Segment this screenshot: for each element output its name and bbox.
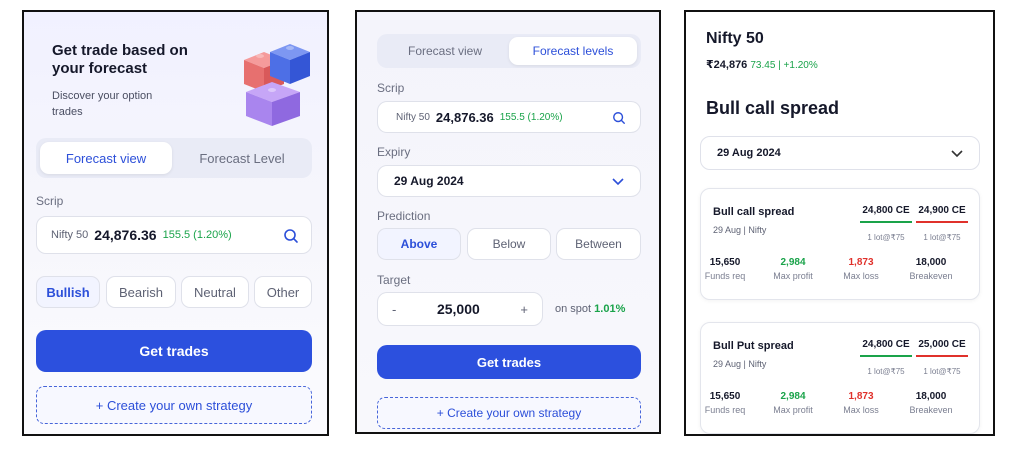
expiry-label: Expiry — [377, 145, 411, 159]
hero-subtitle: Discover your option trades — [52, 90, 153, 118]
leg-lot: 1 lot@₹75 — [867, 367, 905, 376]
tab-forecast-view[interactable]: Forecast view — [40, 142, 172, 174]
instrument-change: 73.45 | +1.20% — [750, 60, 818, 71]
expiry-value: 29 Aug 2024 — [717, 147, 781, 159]
get-trades-button[interactable]: Get trades — [36, 330, 312, 372]
sentiment-bearish[interactable]: Bearish — [106, 276, 176, 308]
buy-leg-bar — [860, 355, 912, 357]
funds-req-label: Funds req — [704, 271, 746, 281]
scrip-field[interactable]: Nifty 50 24,876.36 155.5 (1.20%) — [377, 101, 641, 133]
card-title: Bull Put spread — [713, 340, 794, 352]
breakeven-label: Breakeven — [909, 271, 953, 281]
increment-button[interactable]: + — [520, 302, 528, 317]
leg-strike: 24,800 CE — [862, 339, 910, 350]
strategy-card[interactable]: Bull Put spread 29 Aug | Nifty 24,800 CE… — [700, 322, 980, 434]
funds-req-value: 15,650 — [709, 257, 741, 268]
expiry-value: 29 Aug 2024 — [394, 174, 464, 188]
max-profit-label: Max profit — [773, 271, 813, 281]
max-loss-label: Max loss — [843, 271, 879, 281]
instrument-title: Nifty 50 — [706, 30, 764, 47]
target-stepper[interactable]: - 25,000 + — [377, 292, 543, 326]
on-spot-label: on spot — [555, 303, 592, 315]
card-title: Bull call spread — [713, 206, 795, 218]
search-icon[interactable] — [283, 228, 299, 244]
max-loss-value: 1,873 — [848, 257, 874, 268]
card-subtitle: 29 Aug | Nifty — [713, 225, 767, 235]
blocks-illustration-icon — [244, 44, 310, 126]
target-label: Target — [377, 273, 411, 287]
scrip-change: 155.5 (1.20%) — [499, 111, 563, 123]
sell-leg-bar — [916, 221, 968, 223]
breakeven-value: 18,000 — [915, 257, 947, 268]
card-subtitle: 29 Aug | Nifty — [713, 359, 767, 369]
leg-lot: 1 lot@₹75 — [923, 233, 961, 242]
max-loss-value: 1,873 — [848, 391, 874, 402]
sell-leg-bar — [916, 355, 968, 357]
scrip-price: 24,876.36 — [435, 109, 494, 125]
forecast-tabs: Forecast view Forecast levels — [377, 34, 641, 68]
target-value: 25,000 — [436, 301, 480, 317]
funds-req-label: Funds req — [704, 405, 746, 415]
max-profit-value: 2,984 — [780, 257, 806, 268]
scrip-field[interactable]: Nifty 50 24,876.36 155.5 (1.20%) — [36, 216, 312, 254]
scrip-price: 24,876.36 — [94, 227, 157, 243]
on-spot-value: 1.01% — [594, 303, 626, 315]
decrement-button[interactable]: - — [392, 302, 396, 317]
scrip-change: 155.5 (1.20%) — [162, 229, 232, 241]
create-strategy-button[interactable]: + Create your own strategy — [377, 397, 641, 429]
scrip-label: Scrip — [36, 194, 64, 208]
scrip-label: Scrip — [377, 81, 405, 95]
create-strategy-button[interactable]: + Create your own strategy — [36, 386, 312, 424]
max-profit-label: Max profit — [773, 405, 813, 415]
max-loss-label: Max loss — [843, 405, 879, 415]
breakeven-value: 18,000 — [915, 391, 947, 402]
hero-title: Get trade based on your forecast — [52, 42, 188, 77]
forecast-view-screen: Get trade based on your forecast Discove… — [22, 10, 329, 436]
sentiment-neutral[interactable]: Neutral — [181, 276, 249, 308]
tab-forecast-view[interactable]: Forecast view — [381, 37, 509, 65]
leg-strike: 24,900 CE — [918, 205, 966, 216]
forecast-tabs: Forecast view Forecast Level — [36, 138, 312, 178]
leg-strike: 24,800 CE — [862, 205, 910, 216]
chevron-down-icon — [951, 150, 963, 158]
buy-leg-bar — [860, 221, 912, 223]
prediction-between[interactable]: Between — [556, 228, 641, 260]
funds-req-value: 15,650 — [709, 391, 741, 402]
prediction-label: Prediction — [377, 209, 431, 223]
breakeven-label: Breakeven — [909, 405, 953, 415]
scrip-name: Nifty 50 — [396, 111, 430, 123]
tab-forecast-level[interactable]: Forecast Level — [176, 142, 308, 174]
search-icon[interactable] — [612, 111, 626, 125]
prediction-below[interactable]: Below — [467, 228, 551, 260]
strategy-results-screen: Nifty 50 ₹24,876 73.45 | +1.20% Bull cal… — [684, 10, 995, 436]
instrument-price-row: ₹24,876 73.45 | +1.20% — [706, 58, 818, 71]
tab-forecast-levels[interactable]: Forecast levels — [509, 37, 637, 65]
scrip-name: Nifty 50 — [51, 229, 89, 241]
forecast-levels-screen: Forecast view Forecast levels Scrip Nift… — [355, 10, 661, 434]
expiry-dropdown[interactable]: 29 Aug 2024 — [377, 165, 641, 197]
max-profit-value: 2,984 — [780, 391, 806, 402]
chevron-down-icon — [612, 178, 624, 186]
instrument-price: ₹24,876 — [706, 59, 748, 71]
expiry-dropdown[interactable]: 29 Aug 2024 — [700, 136, 980, 170]
sentiment-bullish[interactable]: Bullish — [36, 276, 100, 308]
sentiment-other[interactable]: Other — [254, 276, 312, 308]
get-trades-button[interactable]: Get trades — [377, 345, 641, 379]
strategy-card[interactable]: Bull call spread 29 Aug | Nifty 24,800 C… — [700, 188, 980, 300]
leg-lot: 1 lot@₹75 — [923, 367, 961, 376]
leg-lot: 1 lot@₹75 — [867, 233, 905, 242]
on-spot: on spot 1.01% — [555, 303, 625, 315]
leg-strike: 25,000 CE — [918, 339, 966, 350]
prediction-above[interactable]: Above — [377, 228, 461, 260]
strategy-title: Bull call spread — [706, 98, 840, 118]
